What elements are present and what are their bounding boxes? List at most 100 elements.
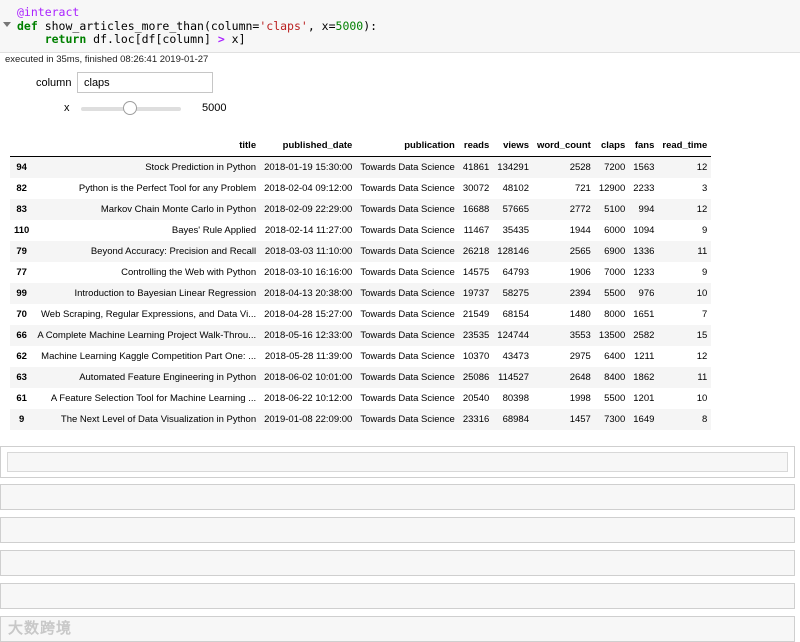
table-row: 99 Introduction to Bayesian Linear Regres… [10,283,712,304]
cell-views: 134291 [497,162,529,173]
cell-published-date: 2018-03-03 11:10:00 [264,246,353,257]
cell-input-area[interactable] [7,452,788,472]
cell-views: 48102 [502,183,529,194]
cell-read-time: 12 [696,351,708,362]
empty-code-cell[interactable] [0,616,795,642]
row-index: 9 [19,414,25,425]
cell-read-time: 7 [701,309,708,320]
cell-publication: Towards Data Science [360,393,455,404]
empty-code-cell[interactable] [0,583,795,609]
cell-publication: Towards Data Science [360,225,455,236]
cell-title: Stock Prediction in Python [145,162,257,173]
cell-publication: Towards Data Science [360,162,455,173]
cell-published-date: 2018-02-14 11:27:00 [264,225,353,236]
cell-views: 114527 [497,372,529,383]
empty-code-cell[interactable] [0,484,795,510]
code-text: , x= [307,18,336,33]
table-row: 66 A Complete Machine Learning Project Wa… [10,325,712,346]
cell-word-count: 1998 [569,393,591,404]
index-header [10,134,34,157]
cell-read-time: 10 [696,288,708,299]
cell-claps: 6000 [604,225,626,236]
cell-publication: Towards Data Science [360,267,455,278]
cell-published-date: 2018-02-04 09:12:00 [264,183,353,194]
cell-reads: 20540 [462,393,490,404]
cell-word-count: 2772 [569,204,591,215]
column-header-word-count: word_count [532,134,595,157]
cell-published-date: 2018-06-02 10:01:00 [264,372,353,383]
cell-views: 80398 [502,393,529,404]
cell-reads: 16688 [462,204,490,215]
code-operator: > [217,32,225,46]
cell-claps: 13500 [598,330,626,341]
table-header-row: title published_date publication reads views… [10,134,712,157]
cell-reads: 26218 [462,246,490,257]
code-text: x] [224,32,246,46]
cell-read-time: 10 [696,393,708,404]
cell-word-count: 2528 [569,162,591,173]
cell-title: A Feature Selection Tool for Machine Lea… [50,393,257,404]
cell-claps: 7300 [604,414,626,425]
cell-publication: Towards Data Science [360,372,455,383]
row-index: 70 [16,309,27,320]
cell-word-count: 2565 [569,246,591,257]
dataframe-table: title published_date publication reads views… [10,134,712,430]
table-row: 63 Automated Feature Engineering in Pytho… [10,367,712,388]
cell-fans: 1862 [633,372,655,383]
cell-title: Introduction to Bayesian Linear Regressi… [74,288,257,299]
cell-claps: 8000 [604,309,626,320]
cell-publication: Towards Data Science [360,288,455,299]
cell-read-time: 3 [701,183,708,194]
table-row: 110 Bayes' Rule Applied 2018-02-14 11:27:0… [10,220,711,241]
cell-fans: 994 [638,204,655,215]
cell-word-count: 1480 [569,309,591,320]
collapse-triangle-icon[interactable] [3,22,11,27]
empty-code-cell[interactable] [0,517,795,543]
cell-word-count: 1457 [569,414,591,425]
empty-code-cell[interactable] [0,550,795,576]
cell-claps: 8400 [604,372,626,383]
column-header-read-time: read_time [658,134,712,157]
cell-publication: Towards Data Science [360,414,455,425]
row-index: 61 [16,393,27,404]
x-slider-handle[interactable] [123,101,137,115]
cell-views: 35435 [502,225,529,236]
cell-fans: 1094 [633,225,655,236]
column-text-input[interactable] [77,72,213,93]
cell-fans: 1201 [633,393,655,404]
cell-fans: 1649 [633,414,655,425]
column-header-published-date: published_date [260,134,357,157]
cell-title: A Complete Machine Learning Project Walk… [37,330,257,341]
code-cell[interactable]: @interact def show_articles_more_than(co… [0,0,800,53]
x-slider-value: 5000 [202,102,227,114]
cell-reads: 10370 [462,351,490,362]
code-function-signature: show_articles_more_than(column= [37,18,260,33]
column-header-claps: claps [594,134,630,157]
cell-fans: 1233 [633,267,655,278]
cell-read-time: 11 [697,246,708,257]
column-header-fans: fans [629,134,659,157]
cell-title: Markov Chain Monte Carlo in Python [100,204,257,215]
cell-published-date: 2018-04-13 20:38:00 [264,288,353,299]
cell-fans: 2233 [633,183,655,194]
empty-code-cell-selected[interactable] [0,446,795,478]
cell-published-date: 2018-04-28 15:27:00 [264,309,353,320]
cell-published-date: 2018-05-28 11:39:00 [264,351,353,362]
cell-reads: 14575 [462,267,490,278]
cell-publication: Towards Data Science [360,246,455,257]
cell-claps: 7200 [604,162,626,173]
watermark-logo: 大数跨境 [8,620,73,637]
cell-published-date: 2018-02-09 22:29:00 [264,204,353,215]
code-text: ): [363,18,378,33]
cell-title: Beyond Accuracy: Precision and Recall [90,246,257,257]
code-text: df.loc[df[column] [86,32,218,46]
cell-views: 124744 [497,330,529,341]
cell-reads: 11467 [463,225,490,236]
column-header-title: title [33,134,261,157]
cell-word-count: 3553 [569,330,591,341]
row-index: 82 [16,183,27,194]
code-keyword-def: def [17,18,38,33]
cell-views: 68984 [502,414,529,425]
code-editor[interactable]: @interact def show_articles_more_than(co… [17,5,378,47]
table-row: 9 The Next Level of Data Visualization in… [10,409,712,430]
